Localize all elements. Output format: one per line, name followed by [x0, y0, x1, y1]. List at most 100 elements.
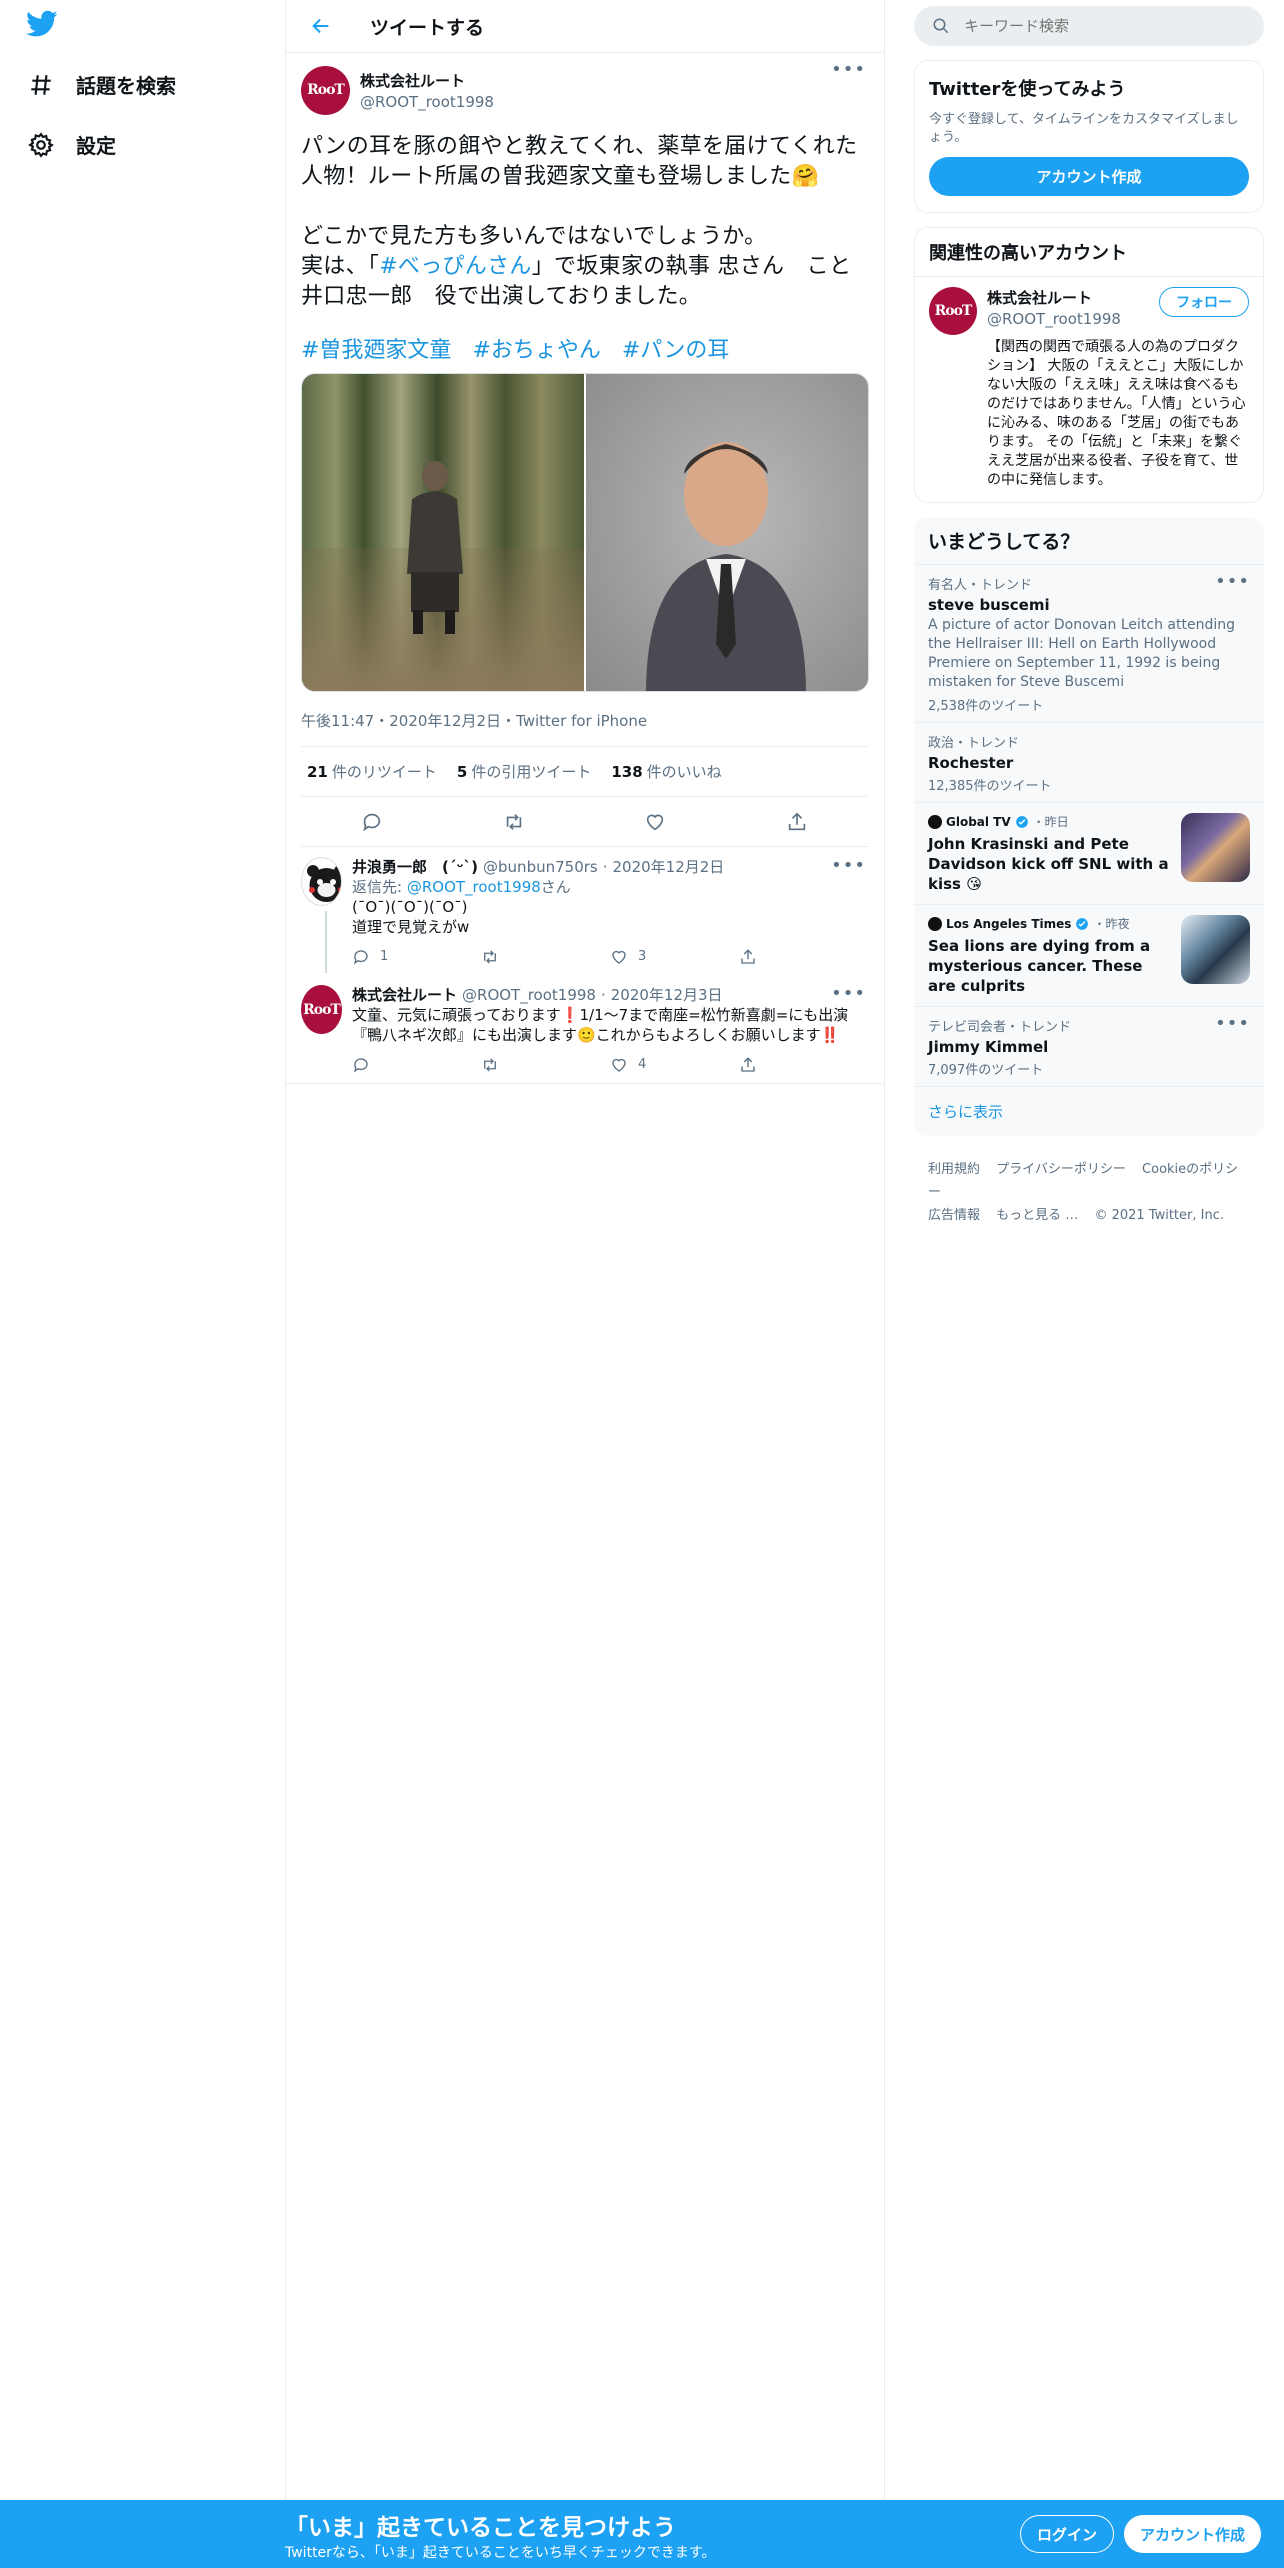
- hashtag-link-beppinsan[interactable]: #べっぴんさん: [379, 254, 532, 279]
- reply-author-name[interactable]: 井浪勇一郎 (ˊᵕˋ): [352, 857, 478, 877]
- signup-title: Twitterを使ってみよう: [929, 79, 1126, 100]
- more-options-icon[interactable]: •••: [1215, 573, 1250, 591]
- reply-button[interactable]: 1: [352, 947, 481, 967]
- footer-copyright: © 2021 Twitter, Inc.: [1094, 1208, 1224, 1223]
- login-button[interactable]: ログイン: [1020, 2515, 1115, 2553]
- reply-tweet[interactable]: RooT 株式会社ルート @ROOT_root1998 · 2020年12月3日…: [286, 975, 884, 1084]
- reply-tweet[interactable]: 井浪勇一郎 (ˊᵕˋ) @bunbun750rs · 2020年12月2日 返信…: [286, 847, 884, 975]
- main-tweet: RooT 株式会社ルート @ROOT_root1998 ••• パンの耳を豚の餌…: [286, 53, 884, 847]
- footer-more-link[interactable]: もっと見る …: [996, 1208, 1078, 1223]
- trend-item[interactable]: 政治・トレンド Rochester 12,385件のツイート: [914, 722, 1264, 802]
- reply-author-handle[interactable]: @bunbun750rs: [483, 857, 598, 877]
- reply-text-line2: 『鴨八ネギ次郎』にも出演します🙂これからもよろしくお願いします‼️: [352, 1026, 840, 1044]
- news-thumbnail: [1181, 915, 1250, 984]
- hashtag-icon: [28, 72, 54, 98]
- tweet-hashtags: #曽我廼家文童 #おちょやん #パンの耳: [301, 332, 868, 364]
- related-bio: 【関西の関西で頑張る人の為のプロダクション】 大阪の「ええとこ」大阪にしかない大…: [987, 339, 1246, 488]
- reply-button[interactable]: [352, 1055, 481, 1075]
- like-button[interactable]: 3: [610, 947, 739, 967]
- trend-category: 政治・トレンド: [928, 736, 1020, 751]
- create-account-button[interactable]: アカウント作成: [1124, 2515, 1262, 2553]
- signup-subtitle: 今すぐ登録して、タイムラインをカスタマイズしましょう。: [929, 112, 1239, 145]
- news-item[interactable]: Global TV ・昨日 John Krasinski and Pete Dav…: [914, 802, 1264, 904]
- nav-explore[interactable]: 話題を検索: [28, 70, 176, 99]
- footer-ads-link[interactable]: 広告情報: [928, 1208, 980, 1223]
- retweet-button[interactable]: [481, 947, 610, 967]
- related-handle[interactable]: @ROOT_root1998: [987, 310, 1121, 328]
- search-box[interactable]: [914, 6, 1264, 46]
- photo-actor-in-forest[interactable]: [302, 374, 584, 691]
- photo-actor-portrait[interactable]: [586, 374, 868, 691]
- retweet-button[interactable]: [481, 1055, 610, 1075]
- twitter-logo-icon[interactable]: [26, 10, 58, 38]
- like-button[interactable]: 4: [610, 1055, 739, 1075]
- tweet-text-line1: パンの耳を豚の餌やと教えてくれ、薬草を届けてくれた人物！ルート所属の曽我廼家文童…: [301, 134, 858, 189]
- news-thumbnail: [1181, 813, 1250, 882]
- hashtag-link[interactable]: #パンの耳: [622, 332, 730, 364]
- author-handle[interactable]: @ROOT_root1998: [360, 93, 494, 111]
- trend-count: 7,097件のツイート: [928, 1063, 1044, 1078]
- avatar[interactable]: [301, 857, 342, 906]
- avatar[interactable]: RooT: [301, 985, 342, 1034]
- hashtag-link[interactable]: #おちょやん: [472, 332, 600, 364]
- tweet-text-line2: どこかで見た方も多いんではないでしょうか。: [301, 224, 767, 249]
- likes-stat[interactable]: 138 件のいいね: [611, 761, 721, 782]
- news-item[interactable]: Los Angeles Times ・昨夜 Sea lions are dying…: [914, 904, 1264, 1006]
- bottom-signup-bar: 「いま」起きていることを見つけよう Twitterなら、「いま」起きていることを…: [0, 2500, 1284, 2568]
- trend-name: steve buscemi: [928, 596, 1050, 614]
- footer-terms-link[interactable]: 利用規約: [928, 1162, 980, 1177]
- tweet-stats: 21 件のリツイート 5 件の引用ツイート 138 件のいいね: [301, 746, 868, 797]
- search-input[interactable]: [964, 17, 1224, 35]
- left-nav: 話題を検索 設定: [0, 0, 285, 2500]
- avatar[interactable]: RooT: [301, 65, 350, 115]
- reply-author-handle[interactable]: @ROOT_root1998: [462, 985, 596, 1005]
- retweet-icon[interactable]: [494, 802, 534, 842]
- like-icon[interactable]: [635, 802, 675, 842]
- quotes-stat[interactable]: 5 件の引用ツイート: [457, 761, 591, 782]
- footer-privacy-link[interactable]: プライバシーポリシー: [996, 1162, 1126, 1177]
- search-icon: [932, 17, 950, 35]
- signup-card: Twitterを使ってみよう 今すぐ登録して、タイムラインをカスタマイズしましょ…: [914, 60, 1264, 213]
- nav-settings[interactable]: 設定: [28, 130, 116, 159]
- back-arrow-icon[interactable]: [304, 9, 338, 43]
- author-name[interactable]: 株式会社ルート: [360, 70, 494, 91]
- reply-date[interactable]: 2020年12月2日: [613, 857, 725, 877]
- tweet-actions: [301, 797, 868, 847]
- retweets-stat[interactable]: 21 件のリツイート: [307, 761, 437, 782]
- verified-icon: [1075, 917, 1089, 931]
- tweet-text-line3-pre: 実は、「: [301, 254, 380, 279]
- avatar[interactable]: RooT: [929, 287, 977, 335]
- news-title: Sea lions are dying from a mysterious ca…: [928, 937, 1151, 995]
- trend-category: テレビ司会者・トレンド: [928, 1020, 1072, 1035]
- reply-text-line1: 文童、元気に頑張っております❗️1/1～7まで南座=松竹新喜劇=にも出演: [352, 1006, 849, 1024]
- more-options-icon[interactable]: •••: [1215, 1015, 1250, 1033]
- follow-button[interactable]: フォロー: [1159, 287, 1249, 317]
- related-account[interactable]: RooT 株式会社ルート @ROOT_root1998 フォロー 【関西の関西で…: [915, 277, 1263, 502]
- reply-to-link[interactable]: @ROOT_root1998: [407, 878, 541, 896]
- related-name[interactable]: 株式会社ルート: [987, 287, 1121, 308]
- news-source-icon: [928, 916, 942, 931]
- avatar-logo-text: RooT: [307, 82, 345, 98]
- reply-author-name[interactable]: 株式会社ルート: [352, 985, 457, 1005]
- trend-item[interactable]: テレビ司会者・トレンド Jimmy Kimmel 7,097件のツイート •••: [914, 1006, 1264, 1086]
- create-account-button[interactable]: アカウント作成: [929, 157, 1249, 196]
- news-source-icon: [928, 814, 942, 829]
- more-options-icon[interactable]: •••: [831, 985, 866, 1003]
- reply-text-line1: (¯O¯)(¯O¯)(¯O¯): [352, 898, 468, 916]
- show-more-link[interactable]: さらに表示: [914, 1086, 1264, 1136]
- more-options-icon[interactable]: •••: [831, 61, 866, 79]
- reply-date[interactable]: 2020年12月3日: [611, 985, 723, 1005]
- share-button[interactable]: [739, 947, 868, 967]
- page-title: ツイートする: [370, 16, 485, 39]
- reply-icon[interactable]: [352, 802, 392, 842]
- trend-item[interactable]: 有名人・トレンド steve buscemi A picture of acto…: [914, 564, 1264, 722]
- news-source: Global TV: [946, 814, 1011, 829]
- gear-icon: [28, 131, 54, 158]
- share-icon[interactable]: [777, 802, 817, 842]
- trend-count: 2,538件のツイート: [928, 699, 1044, 714]
- hashtag-link[interactable]: #曽我廼家文童: [301, 332, 451, 364]
- share-button[interactable]: [739, 1055, 868, 1075]
- tweet-timestamp[interactable]: 午後11:47・2020年12月2日・Twitter for iPhone: [301, 710, 868, 730]
- more-options-icon[interactable]: •••: [831, 857, 866, 875]
- tweet-author[interactable]: RooT 株式会社ルート @ROOT_root1998: [301, 65, 868, 115]
